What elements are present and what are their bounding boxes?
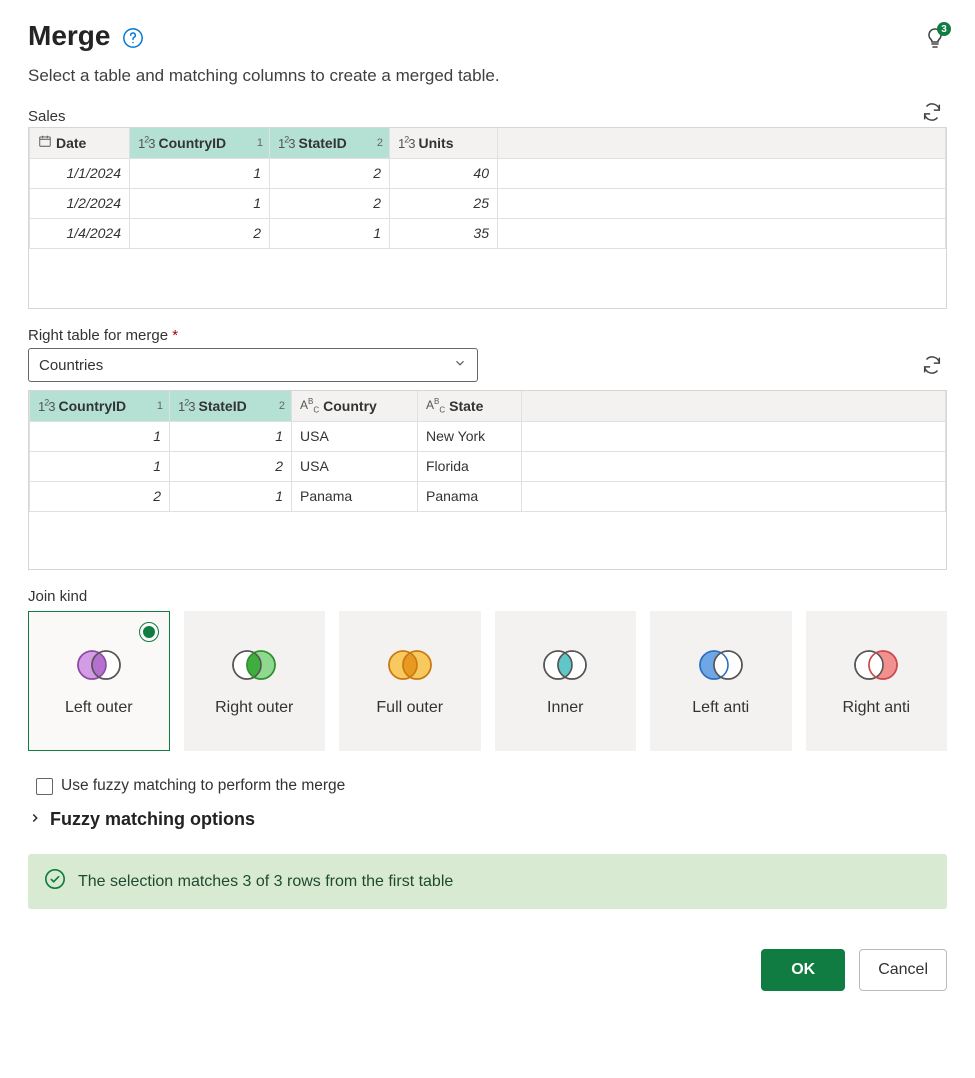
datatype-icon: 123 xyxy=(178,398,194,414)
datatype-icon: ABC xyxy=(300,397,319,414)
ideas-icon[interactable]: 3 xyxy=(923,26,947,50)
join-kind-label: Left outer xyxy=(65,699,133,717)
right-table-label: Right table for merge * xyxy=(28,327,947,344)
cancel-button[interactable]: Cancel xyxy=(859,949,947,991)
column-header[interactable]: ABC State xyxy=(418,391,522,421)
fuzzy-checkbox-row[interactable]: Use fuzzy matching to perform the merge xyxy=(36,777,947,795)
right-table[interactable]: 123 CountryID1123 StateID2ABC CountryABC… xyxy=(28,390,947,570)
venn-icon xyxy=(693,645,749,685)
venn-icon xyxy=(226,645,282,685)
left-table-label: Sales xyxy=(28,108,947,125)
join-kind-label: Full outer xyxy=(376,699,443,717)
table-cell: 35 xyxy=(390,218,498,248)
table-row[interactable]: 21PanamaPanama xyxy=(30,481,946,511)
join-kind-label: Right outer xyxy=(215,699,293,717)
table-cell: 2 xyxy=(130,218,270,248)
column-header[interactable]: 123 StateID2 xyxy=(170,391,292,421)
right-table-select[interactable]: Countries xyxy=(28,348,478,382)
datatype-icon: 123 xyxy=(38,398,54,414)
table-cell: USA xyxy=(292,421,418,451)
ok-button[interactable]: OK xyxy=(761,949,845,991)
table-cell: 1 xyxy=(30,451,170,481)
column-header[interactable]: 123 CountryID1 xyxy=(130,128,270,158)
join-kind-label: Left anti xyxy=(692,699,749,717)
table-row[interactable]: 1/4/20242135 xyxy=(30,218,946,248)
column-order-badge: 2 xyxy=(377,137,383,149)
join-kind-left-anti[interactable]: Left anti xyxy=(650,611,792,751)
refresh-icon[interactable] xyxy=(921,354,943,379)
table-cell: 2 xyxy=(270,158,390,188)
column-header[interactable]: ABC Country xyxy=(292,391,418,421)
table-cell: 1 xyxy=(270,218,390,248)
table-cell: USA xyxy=(292,451,418,481)
column-header[interactable]: 123 StateID2 xyxy=(270,128,390,158)
join-kind-inner[interactable]: Inner xyxy=(495,611,637,751)
join-kind-right-anti[interactable]: Right anti xyxy=(806,611,948,751)
table-cell: New York xyxy=(418,421,522,451)
chevron-right-icon xyxy=(28,809,42,830)
column-header[interactable]: 123 CountryID1 xyxy=(30,391,170,421)
venn-icon xyxy=(71,645,127,685)
checkmark-circle-icon xyxy=(44,868,66,895)
ideas-badge: 3 xyxy=(937,22,951,36)
table-cell: 1/4/2024 xyxy=(30,218,130,248)
column-order-badge: 1 xyxy=(157,400,163,412)
dialog-subtitle: Select a table and matching columns to c… xyxy=(28,66,947,86)
join-kind-label: Right anti xyxy=(842,699,910,717)
refresh-icon[interactable] xyxy=(921,101,943,126)
right-table-selected-value: Countries xyxy=(39,357,103,374)
table-cell: 2 xyxy=(170,451,292,481)
table-cell: 40 xyxy=(390,158,498,188)
column-header[interactable]: 123 Units xyxy=(390,128,498,158)
table-cell: 1 xyxy=(170,421,292,451)
table-cell: Panama xyxy=(418,481,522,511)
join-kind-left-outer[interactable]: Left outer xyxy=(28,611,170,751)
datatype-icon xyxy=(38,134,52,151)
table-cell: 1/2/2024 xyxy=(30,188,130,218)
status-banner: The selection matches 3 of 3 rows from t… xyxy=(28,854,947,909)
chevron-down-icon xyxy=(453,356,467,374)
venn-icon xyxy=(848,645,904,685)
table-cell: 1/1/2024 xyxy=(30,158,130,188)
left-table[interactable]: Date123 CountryID1123 StateID2123 Units … xyxy=(28,127,947,309)
table-row[interactable]: 11USANew York xyxy=(30,421,946,451)
column-header[interactable]: Date xyxy=(30,128,130,158)
table-cell: 1 xyxy=(170,481,292,511)
status-text: The selection matches 3 of 3 rows from t… xyxy=(78,873,453,891)
table-cell: 1 xyxy=(130,158,270,188)
table-row[interactable]: 1/1/20241240 xyxy=(30,158,946,188)
datatype-icon: 123 xyxy=(138,135,154,151)
join-kind-right-outer[interactable]: Right outer xyxy=(184,611,326,751)
table-cell: Florida xyxy=(418,451,522,481)
datatype-icon: ABC xyxy=(426,397,445,414)
table-row[interactable]: 1/2/20241225 xyxy=(30,188,946,218)
fuzzy-checkbox[interactable] xyxy=(36,778,53,795)
datatype-icon: 123 xyxy=(398,135,414,151)
fuzzy-checkbox-label: Use fuzzy matching to perform the merge xyxy=(61,777,345,795)
table-row[interactable]: 12USAFlorida xyxy=(30,451,946,481)
fuzzy-options-expander[interactable]: Fuzzy matching options xyxy=(28,809,947,830)
venn-icon xyxy=(537,645,593,685)
join-kind-label: Inner xyxy=(547,699,583,717)
column-order-badge: 2 xyxy=(279,400,285,412)
datatype-icon: 123 xyxy=(278,135,294,151)
join-kind-label: Join kind xyxy=(28,588,947,605)
table-cell: 2 xyxy=(270,188,390,218)
table-cell: 25 xyxy=(390,188,498,218)
table-cell: 1 xyxy=(130,188,270,218)
help-icon[interactable] xyxy=(122,27,144,49)
dialog-title: Merge xyxy=(28,20,110,52)
radio-selected-icon xyxy=(139,622,159,642)
column-order-badge: 1 xyxy=(257,137,263,149)
table-cell: Panama xyxy=(292,481,418,511)
table-cell: 1 xyxy=(30,421,170,451)
table-cell: 2 xyxy=(30,481,170,511)
join-kind-full-outer[interactable]: Full outer xyxy=(339,611,481,751)
venn-icon xyxy=(382,645,438,685)
